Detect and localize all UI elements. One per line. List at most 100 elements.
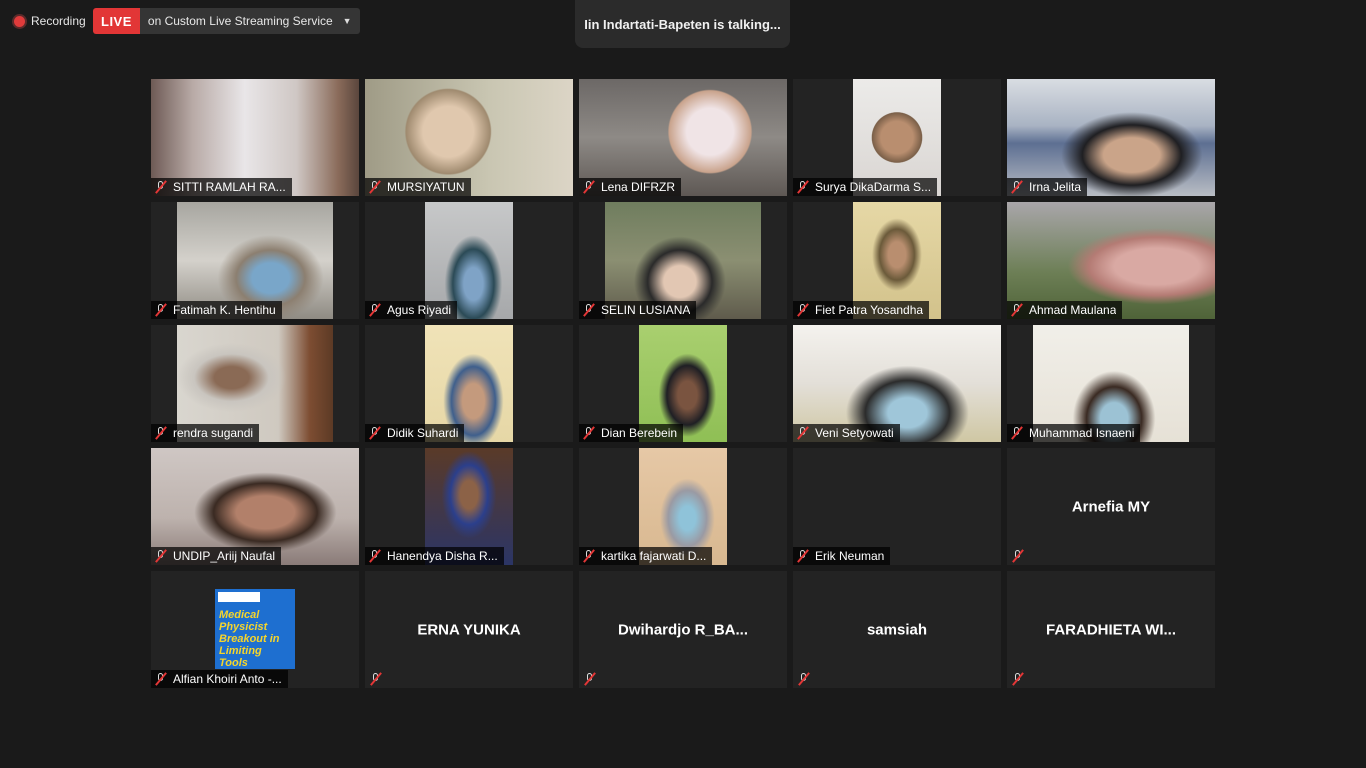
muted-mic-icon: [154, 426, 168, 440]
poster-text: Medical Physicist Breakout in Limiting T…: [219, 609, 280, 669]
participant-tile[interactable]: Arnefia MY: [1007, 448, 1215, 565]
participant-name-label: Veni Setyowati: [793, 424, 900, 442]
participant-tile[interactable]: Lena DIFRZR: [579, 79, 787, 196]
participant-name: ERNA YUNIKA: [417, 621, 521, 638]
gallery-grid: SITTI RAMLAH RA... MURSIYATUN Lena DIFRZ…: [151, 79, 1215, 688]
live-stream-status[interactable]: LIVE on Custom Live Streaming Service ▼: [93, 8, 360, 34]
participant-name-label: Surya DikaDarma S...: [793, 178, 938, 196]
participant-name-label: SELIN LUSIANA: [579, 301, 697, 319]
active-speaker-banner: Iin Indartati-Bapeten is talking...: [575, 0, 790, 48]
participant-name: Ahmad Maulana: [1029, 303, 1117, 317]
participant-tile[interactable]: ERNA YUNIKA: [365, 571, 573, 688]
muted-mic-icon: [582, 426, 596, 440]
participant-name: UNDIP_Ariij Naufal: [173, 549, 276, 563]
participant-name: Hanendya Disha R...: [387, 549, 498, 563]
logo-image: [218, 592, 260, 602]
participant-name: Erik Neuman: [815, 549, 885, 563]
muted-mic-icon: [368, 549, 382, 563]
participant-name-label: Muhammad Isnaeni: [1007, 424, 1141, 442]
participant-name-label: Irna Jelita: [1007, 178, 1088, 196]
participant-name: Veni Setyowati: [815, 426, 894, 440]
live-badge: LIVE: [93, 8, 140, 34]
participant-tile[interactable]: Agus Riyadi: [365, 202, 573, 319]
participant-tile[interactable]: Dwihardjo R_BA...: [579, 571, 787, 688]
participant-name-label: Alfian Khoiri Anto -...: [151, 670, 288, 688]
participant-tile[interactable]: samsiah: [793, 571, 1001, 688]
participant-name: Surya DikaDarma S...: [815, 180, 932, 194]
participant-name: samsiah: [866, 621, 928, 638]
participant-tile[interactable]: Didik Suhardi: [365, 325, 573, 442]
muted-mic-icon: [154, 180, 168, 194]
participant-name: Muhammad Isnaeni: [1029, 426, 1135, 440]
muted-mic-icon: [154, 303, 168, 317]
muted-mic-icon: [797, 672, 811, 686]
muted-mic-icon: [368, 426, 382, 440]
participant-tile[interactable]: Medical Physicist Breakout in Limiting T…: [151, 571, 359, 688]
live-service-dropdown[interactable]: on Custom Live Streaming Service ▼: [139, 8, 360, 34]
participant-name: Dwihardjo R_BA...: [617, 621, 748, 638]
muted-mic-icon: [1010, 180, 1024, 194]
live-service-label: on Custom Live Streaming Service: [147, 14, 333, 28]
muted-mic-icon: [582, 303, 596, 317]
muted-mic-icon: [368, 303, 382, 317]
participant-tile[interactable]: SELIN LUSIANA: [579, 202, 787, 319]
participant-tile[interactable]: Fatimah K. Hentihu: [151, 202, 359, 319]
participant-name-label: rendra sugandi: [151, 424, 260, 442]
participant-name-label: kartika fajarwati D...: [579, 547, 713, 565]
participant-name: Arnefia MY: [1071, 498, 1151, 515]
muted-mic-icon: [796, 549, 810, 563]
muted-mic-icon: [582, 549, 596, 563]
participant-tile[interactable]: MURSIYATUN: [365, 79, 573, 196]
participant-tile[interactable]: Muhammad Isnaeni: [1007, 325, 1215, 442]
participant-tile[interactable]: rendra sugandi: [151, 325, 359, 442]
muted-mic-icon: [1011, 672, 1025, 686]
participant-tile[interactable]: Veni Setyowati: [793, 325, 1001, 442]
participant-tile[interactable]: Hanendya Disha R...: [365, 448, 573, 565]
participant-name: Alfian Khoiri Anto -...: [173, 672, 282, 686]
recording-indicator[interactable]: Recording: [14, 13, 86, 29]
participant-name-label: UNDIP_Ariij Naufal: [151, 547, 282, 565]
participant-name: SITTI RAMLAH RA...: [173, 180, 286, 194]
participant-tile[interactable]: Surya DikaDarma S...: [793, 79, 1001, 196]
muted-mic-icon: [154, 549, 168, 563]
muted-mic-icon: [796, 180, 810, 194]
participant-name: Didik Suhardi: [387, 426, 459, 440]
participant-name-label: Dian Berebein: [579, 424, 684, 442]
participant-video: Medical Physicist Breakout in Limiting T…: [215, 589, 295, 669]
participant-name: Agus Riyadi: [387, 303, 452, 317]
caret-down-icon: ▼: [342, 16, 352, 26]
participant-tile[interactable]: SITTI RAMLAH RA...: [151, 79, 359, 196]
participant-name-label: Lena DIFRZR: [579, 178, 682, 196]
participant-tile[interactable]: Irna Jelita: [1007, 79, 1215, 196]
participant-name: Fatimah K. Hentihu: [173, 303, 276, 317]
muted-mic-icon: [583, 672, 597, 686]
participant-tile[interactable]: kartika fajarwati D...: [579, 448, 787, 565]
participant-tile[interactable]: Dian Berebein: [579, 325, 787, 442]
participant-name-label: Fatimah K. Hentihu: [151, 301, 282, 319]
participant-name: FARADHIETA WI...: [1046, 621, 1176, 638]
record-icon: [14, 15, 25, 27]
participant-name-label: Agus Riyadi: [365, 301, 458, 319]
participant-name: Dian Berebein: [601, 426, 678, 440]
participant-name: Lena DIFRZR: [601, 180, 676, 194]
participant-tile[interactable]: Erik Neuman: [793, 448, 1001, 565]
participant-name-label: MURSIYATUN: [365, 178, 471, 196]
participant-name-label: Fiet Patra Yosandha: [793, 301, 930, 319]
muted-mic-icon: [368, 180, 382, 194]
recording-label: Recording: [31, 14, 86, 28]
participant-name-label: Hanendya Disha R...: [365, 547, 504, 565]
participant-name-label: SITTI RAMLAH RA...: [151, 178, 292, 196]
participant-tile[interactable]: UNDIP_Ariij Naufal: [151, 448, 359, 565]
participant-name-label: Didik Suhardi: [365, 424, 465, 442]
participant-name-label: Ahmad Maulana: [1007, 301, 1123, 319]
muted-mic-icon: [369, 672, 383, 686]
participant-tile[interactable]: Ahmad Maulana: [1007, 202, 1215, 319]
muted-mic-icon: [1010, 426, 1024, 440]
participant-tile[interactable]: Fiet Patra Yosandha: [793, 202, 1001, 319]
participant-tile[interactable]: FARADHIETA WI...: [1007, 571, 1215, 688]
participant-name: SELIN LUSIANA: [601, 303, 691, 317]
muted-mic-icon: [582, 180, 596, 194]
participant-name: kartika fajarwati D...: [601, 549, 707, 563]
participant-name: MURSIYATUN: [387, 180, 465, 194]
muted-mic-icon: [1011, 549, 1025, 563]
